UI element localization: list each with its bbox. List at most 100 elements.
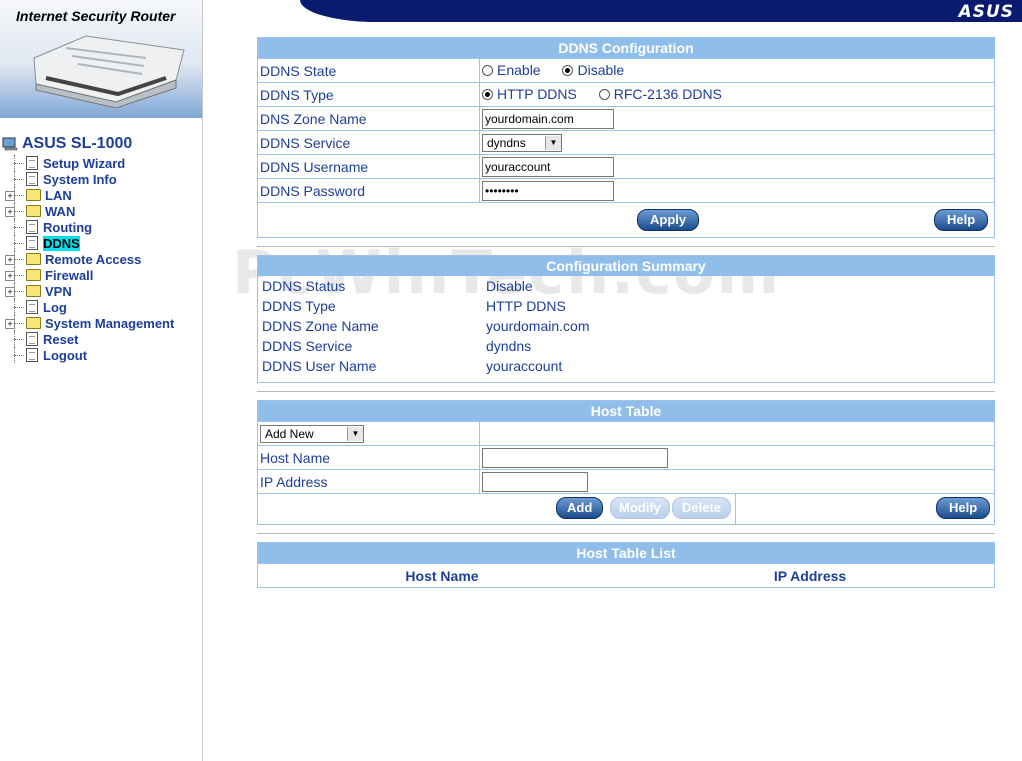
summary-row: DDNS Service dyndns	[258, 336, 995, 356]
summary-row: DDNS Status Disable	[258, 276, 995, 296]
modify-button[interactable]: Modify	[610, 497, 670, 519]
sidebar-item-system-info[interactable]: System Info	[2, 171, 174, 187]
expand-icon[interactable]: +	[5, 255, 15, 265]
sidebar-item-label: Remote Access	[45, 251, 142, 267]
col-host-name: Host Name	[257, 563, 626, 588]
sidebar-item-remote-access[interactable]: + Remote Access	[2, 251, 174, 267]
host-table-title: Host Table	[257, 400, 995, 422]
router-title: Internet Security Router	[16, 8, 176, 24]
add-button[interactable]: Add	[556, 497, 604, 519]
folder-icon	[26, 269, 41, 281]
tree-line	[14, 179, 24, 180]
summary-label: DDNS Zone Name	[262, 318, 379, 334]
folder-icon	[26, 285, 41, 297]
sidebar-item-reset[interactable]: Reset	[2, 331, 174, 347]
sidebar-item-label: DDNS	[43, 235, 80, 251]
sidebar-item-logout[interactable]: Logout	[2, 347, 174, 363]
divider	[257, 391, 995, 392]
state-enable-radio[interactable]: Enable	[482, 62, 541, 78]
ip-address-input[interactable]	[482, 471, 588, 492]
expand-icon[interactable]: +	[5, 271, 15, 281]
summary-label: DDNS Service	[262, 338, 353, 354]
ddns-service-value: dyndns	[487, 135, 526, 150]
ddns-config-panel: DDNS Configuration DDNS State Enable Dis…	[257, 37, 995, 238]
tree-root[interactable]: ASUS SL-1000	[2, 135, 174, 153]
tree-line	[14, 243, 24, 244]
type-rfc-label: RFC-2136 DDNS	[613, 86, 722, 103]
summary-value: HTTP DDNS	[486, 298, 566, 314]
router-image	[33, 35, 185, 108]
sidebar-item-ddns[interactable]: DDNS	[2, 235, 174, 251]
tree-line	[14, 355, 24, 356]
sidebar-item-label: System Management	[45, 315, 175, 331]
document-icon	[26, 300, 38, 314]
tree-line	[14, 323, 24, 324]
computer-icon	[2, 137, 18, 151]
host-mode-select[interactable]: Add New ▼	[260, 424, 364, 443]
asus-logo: ASUS	[958, 2, 1014, 22]
tree-root-label: ASUS SL-1000	[22, 135, 133, 152]
chevron-down-icon: ▼	[347, 426, 363, 441]
sidebar-item-lan[interactable]: + LAN	[2, 187, 174, 203]
sidebar-item-log[interactable]: Log	[2, 299, 174, 315]
radio-icon	[482, 64, 493, 76]
expand-icon[interactable]: +	[5, 191, 15, 201]
document-icon	[26, 332, 38, 346]
zone-name-input[interactable]	[482, 108, 614, 129]
summary-row: DDNS Type HTTP DDNS	[258, 296, 995, 316]
sidebar-item-firewall[interactable]: + Firewall	[2, 267, 174, 283]
apply-button[interactable]: Apply	[637, 209, 700, 231]
ddns-service-select[interactable]: dyndns ▼	[482, 133, 562, 152]
sidebar-item-routing[interactable]: Routing	[2, 219, 174, 235]
state-disable-radio[interactable]: Disable	[562, 62, 624, 78]
sidebar-item-label: Firewall	[45, 267, 94, 283]
expand-icon[interactable]: +	[5, 319, 15, 329]
sidebar-item-label: Routing	[43, 219, 93, 235]
summary-row: DDNS Zone Name yourdomain.com	[258, 316, 995, 336]
document-icon	[26, 172, 38, 186]
summary-title: Configuration Summary	[257, 255, 995, 276]
folder-icon	[26, 189, 41, 201]
zone-name-label: DNS Zone Name	[257, 106, 480, 131]
radio-icon	[598, 88, 610, 100]
tree-line	[14, 291, 24, 292]
tree-line	[14, 259, 24, 260]
tree-line	[14, 307, 24, 308]
nav-tree: ASUS SL-1000 Setup Wizard System Info + LAN…	[2, 135, 174, 363]
radio-checked-icon	[562, 64, 574, 76]
document-icon	[26, 220, 38, 234]
document-icon	[26, 156, 38, 170]
host-mode-value: Add New	[265, 426, 314, 441]
tree-line	[14, 227, 24, 228]
ddns-username-label: DDNS Username	[257, 154, 480, 179]
sidebar-item-wan[interactable]: + WAN	[2, 203, 174, 219]
type-rfc-radio[interactable]: RFC-2136 DDNS	[598, 86, 722, 103]
sidebar-item-label: System Info	[43, 171, 117, 187]
ddns-password-input[interactable]	[482, 180, 614, 201]
ddns-username-input[interactable]	[482, 156, 614, 177]
type-http-label: HTTP DDNS	[497, 86, 577, 103]
sidebar-item-label: LAN	[45, 187, 72, 203]
type-http-radio[interactable]: HTTP DDNS	[482, 86, 577, 102]
expand-icon[interactable]: +	[5, 287, 15, 297]
ddns-type-label: DDNS Type	[257, 82, 480, 107]
sidebar-item-vpn[interactable]: + VPN	[2, 283, 174, 299]
help-button[interactable]: Help	[934, 209, 989, 231]
sidebar-item-label: Reset	[43, 331, 79, 347]
host-table-panel: Host Table Add New ▼ Host Name IP Address…	[257, 400, 995, 525]
config-summary-panel: Configuration Summary DDNS Status Disable…	[257, 255, 995, 383]
main-content: DDNS Configuration DDNS State Enable Dis…	[257, 37, 995, 588]
sidebar-item-setup-wizard[interactable]: Setup Wizard	[2, 155, 174, 171]
expand-icon[interactable]: +	[5, 207, 15, 217]
ip-address-label: IP Address	[257, 469, 480, 494]
host-list-panel: Host Table List Host Name IP Address	[257, 542, 995, 588]
tree-line	[14, 275, 24, 276]
host-name-input[interactable]	[482, 447, 668, 468]
tree-line	[14, 163, 24, 164]
ddns-config-title: DDNS Configuration	[257, 37, 995, 59]
summary-label: DDNS Type	[262, 298, 336, 314]
sidebar-item-system-management[interactable]: + System Management	[2, 315, 174, 331]
host-help-button[interactable]: Help	[936, 497, 991, 519]
delete-button[interactable]: Delete	[672, 497, 732, 519]
divider	[257, 533, 995, 534]
